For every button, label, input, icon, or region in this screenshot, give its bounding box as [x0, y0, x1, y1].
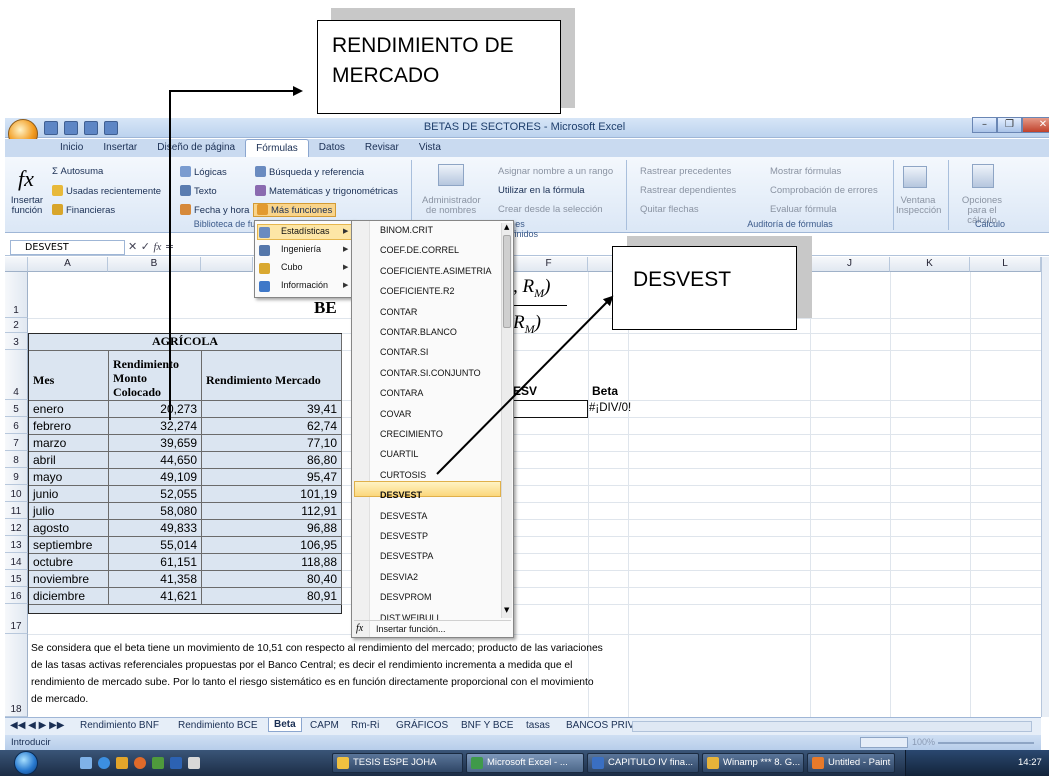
quick-launch [80, 757, 200, 769]
sheet-tab-bnf-y-bce[interactable]: BNF Y BCE [461, 720, 513, 731]
sheet-tab-rm-ri[interactable]: Rm-Ri [351, 720, 379, 731]
sheet-tab-capm[interactable]: CAPM [310, 720, 339, 731]
zoom-slider[interactable] [938, 742, 1034, 744]
sheet-tab-rendimiento-bce[interactable]: Rendimiento BCE [178, 720, 257, 731]
sheet-tab-tasas[interactable]: tasas [526, 720, 550, 731]
sheet-tab-beta[interactable]: Beta [268, 718, 302, 732]
taskbar-item-winamp[interactable]: Winamp *** 8. G... [702, 753, 804, 773]
sheet-nav-buttons[interactable]: ◀◀ ◀ ▶ ▶▶ [10, 720, 64, 731]
zoom-level[interactable]: 100% [912, 737, 935, 747]
tray-clock[interactable]: 14:27 [1018, 757, 1042, 768]
view-buttons[interactable] [860, 737, 908, 748]
start-button-icon[interactable] [14, 751, 38, 775]
show-desktop-icon[interactable] [80, 757, 92, 769]
taskbar-item-capitulo[interactable]: CAPITULO IV fina... [587, 753, 699, 773]
app-icon[interactable] [170, 757, 182, 769]
app-icon[interactable] [188, 757, 200, 769]
ie-icon[interactable] [98, 757, 110, 769]
sheet-tab-rendimiento-bnf[interactable]: Rendimiento BNF [80, 720, 159, 731]
media-icon[interactable] [134, 757, 146, 769]
taskbar-item-paint[interactable]: Untitled - Paint [807, 753, 895, 773]
outlook-icon[interactable] [116, 757, 128, 769]
taskbar-item-tesis[interactable]: TESIS ESPE JOHA [332, 753, 463, 773]
arrow-mercado [169, 86, 303, 420]
vertical-scrollbar[interactable] [1041, 257, 1049, 717]
app-icon[interactable] [152, 757, 164, 769]
taskbar-item-excel[interactable]: Microsoft Excel - ... [466, 753, 584, 773]
arrow-desvest [436, 295, 614, 475]
callout-arrows [169, 86, 614, 475]
status-mode: Introducir [11, 737, 51, 748]
sheet-tab-bancos-priv[interactable]: BANCOS PRIV [566, 720, 634, 731]
horizontal-scrollbar[interactable] [632, 721, 1032, 732]
sheet-tab-graficos[interactable]: GRÁFICOS [396, 720, 448, 731]
